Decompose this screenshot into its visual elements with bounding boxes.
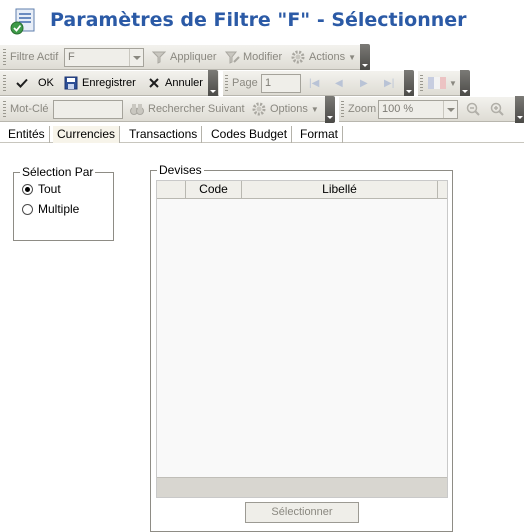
next-page-icon: ▶ xyxy=(360,77,368,89)
grid-header: Code Libellé xyxy=(157,181,447,199)
dropdown-arrow-icon: ▼ xyxy=(449,78,457,88)
cancel-label: Annuler xyxy=(165,77,203,89)
save-disk-icon xyxy=(64,76,78,90)
column-header-code[interactable]: Code xyxy=(186,181,242,199)
keyword-input[interactable] xyxy=(53,100,123,119)
search-next-button[interactable]: Rechercher Suivant xyxy=(129,97,245,121)
next-page-button[interactable]: ▶ xyxy=(360,71,368,95)
modify-button[interactable]: Modifier xyxy=(224,45,282,69)
toolbar-overflow-button[interactable] xyxy=(460,70,470,97)
toolbar-grip[interactable] xyxy=(3,101,6,117)
save-label: Enregistrer xyxy=(82,77,136,89)
zoom-out-icon xyxy=(466,102,480,116)
toolbar-grip[interactable] xyxy=(341,101,344,117)
tab-format[interactable]: Format xyxy=(296,126,344,143)
search-toolbar: Mot-Clé Rechercher Suivant Options ▼ xyxy=(0,96,335,123)
options-label: Options xyxy=(270,103,308,115)
title-bar: Paramètres de Filtre "F" - Sélectionner xyxy=(0,0,524,44)
page-number-value: 1 xyxy=(265,77,272,89)
zoom-toolbar: Zoom 100 % xyxy=(339,96,524,123)
toolbar-overflow-button[interactable] xyxy=(208,70,218,97)
currencies-grid[interactable]: Code Libellé xyxy=(156,180,448,498)
close-icon xyxy=(149,78,159,88)
zoom-in-button[interactable] xyxy=(489,97,508,121)
actions-label: Actions xyxy=(309,51,346,63)
modify-label: Modifier xyxy=(243,51,283,63)
toolbar-overflow-button[interactable] xyxy=(404,70,414,97)
actions-menu-button[interactable]: Actions ▼ xyxy=(290,45,356,69)
zoom-value: 100 % xyxy=(382,103,414,115)
options-menu-button[interactable]: Options ▼ xyxy=(251,97,319,121)
page-label: Page xyxy=(232,77,258,89)
prev-page-icon: ◀ xyxy=(335,77,343,89)
edit-filter-icon xyxy=(224,51,240,64)
search-next-label: Rechercher Suivant xyxy=(148,103,245,115)
toolbar-grip[interactable] xyxy=(3,49,6,65)
chevron-down-icon xyxy=(129,49,143,66)
radio-all[interactable]: Tout xyxy=(22,182,61,196)
active-filter-label: Filtre Actif xyxy=(10,51,59,63)
ok-label: OK xyxy=(38,77,54,89)
tab-entites[interactable]: Entités xyxy=(4,126,50,143)
last-page-icon: ▶| xyxy=(384,77,395,89)
radio-multiple-label: Multiple xyxy=(38,202,80,216)
row-selector-header[interactable] xyxy=(157,181,186,199)
first-page-button[interactable]: |◀ xyxy=(309,71,319,95)
grid-footer xyxy=(157,477,447,497)
tab-currencies[interactable]: Currencies xyxy=(53,126,121,143)
filter-settings-icon xyxy=(10,8,35,35)
checkmark-icon xyxy=(16,78,28,88)
tab-codes-budget[interactable]: Codes Budget xyxy=(207,126,293,143)
dropdown-arrow-icon: ▼ xyxy=(348,52,356,62)
ok-button[interactable]: OK xyxy=(14,71,54,95)
radio-unchecked-icon[interactable] xyxy=(22,203,33,215)
dropdown-arrow-icon: ▼ xyxy=(310,104,319,114)
radio-multiple[interactable]: Multiple xyxy=(22,202,79,216)
active-filter-value: F xyxy=(68,51,75,63)
zoom-in-icon xyxy=(490,102,504,116)
column-header-libelle[interactable]: Libellé xyxy=(242,181,438,199)
apply-label: Appliquer xyxy=(170,51,217,63)
toolbar-grip[interactable] xyxy=(420,75,423,91)
language-selector[interactable]: ▼ xyxy=(428,71,457,95)
zoom-select[interactable]: 100 % xyxy=(378,100,458,119)
action-toolbar: OK Enregistrer Annuler xyxy=(0,70,219,97)
select-button[interactable]: Sélectionner xyxy=(245,502,359,523)
selection-mode-legend: Sélection Par xyxy=(22,165,94,179)
save-button[interactable]: Enregistrer xyxy=(63,71,136,95)
first-page-icon: |◀ xyxy=(309,77,320,89)
binoculars-icon xyxy=(130,104,144,115)
cancel-button[interactable]: Annuler xyxy=(146,71,203,95)
language-toolbar: ▼ xyxy=(418,70,470,97)
tab-strip: Entités Currencies Transactions Codes Bu… xyxy=(0,125,524,143)
apply-button[interactable]: Appliquer xyxy=(151,45,216,69)
last-page-button[interactable]: ▶| xyxy=(384,71,394,95)
toolbar-grip[interactable] xyxy=(225,75,228,91)
tab-transactions[interactable]: Transactions xyxy=(125,126,203,143)
toolbar-overflow-button[interactable] xyxy=(360,44,370,71)
filter-toolbar: Filtre Actif F Appliquer Modifier Action… xyxy=(0,44,370,71)
zoom-label: Zoom xyxy=(348,103,377,115)
toolbar-overflow-button[interactable] xyxy=(515,96,524,123)
pagination-toolbar: Page 1 |◀ ◀ ▶ ▶| xyxy=(223,70,414,97)
keyword-label: Mot-Clé xyxy=(10,103,49,115)
toolbar-grip[interactable] xyxy=(3,75,6,91)
radio-all-label: Tout xyxy=(38,182,61,196)
toolbar-overflow-button[interactable] xyxy=(325,96,335,123)
prev-page-button[interactable]: ◀ xyxy=(335,71,343,95)
apply-filter-icon xyxy=(151,51,167,64)
window-title: Paramètres de Filtre "F" - Sélectionner xyxy=(50,9,467,31)
gear-icon xyxy=(252,102,266,116)
zoom-out-button[interactable] xyxy=(465,97,484,121)
french-flag-icon xyxy=(428,77,446,89)
page-number-input[interactable]: 1 xyxy=(261,74,301,93)
currencies-legend: Devises xyxy=(159,163,202,177)
active-filter-select[interactable]: F xyxy=(64,48,144,67)
radio-checked-icon[interactable] xyxy=(22,183,33,195)
chevron-down-icon xyxy=(443,101,457,118)
gear-icon xyxy=(291,50,305,64)
